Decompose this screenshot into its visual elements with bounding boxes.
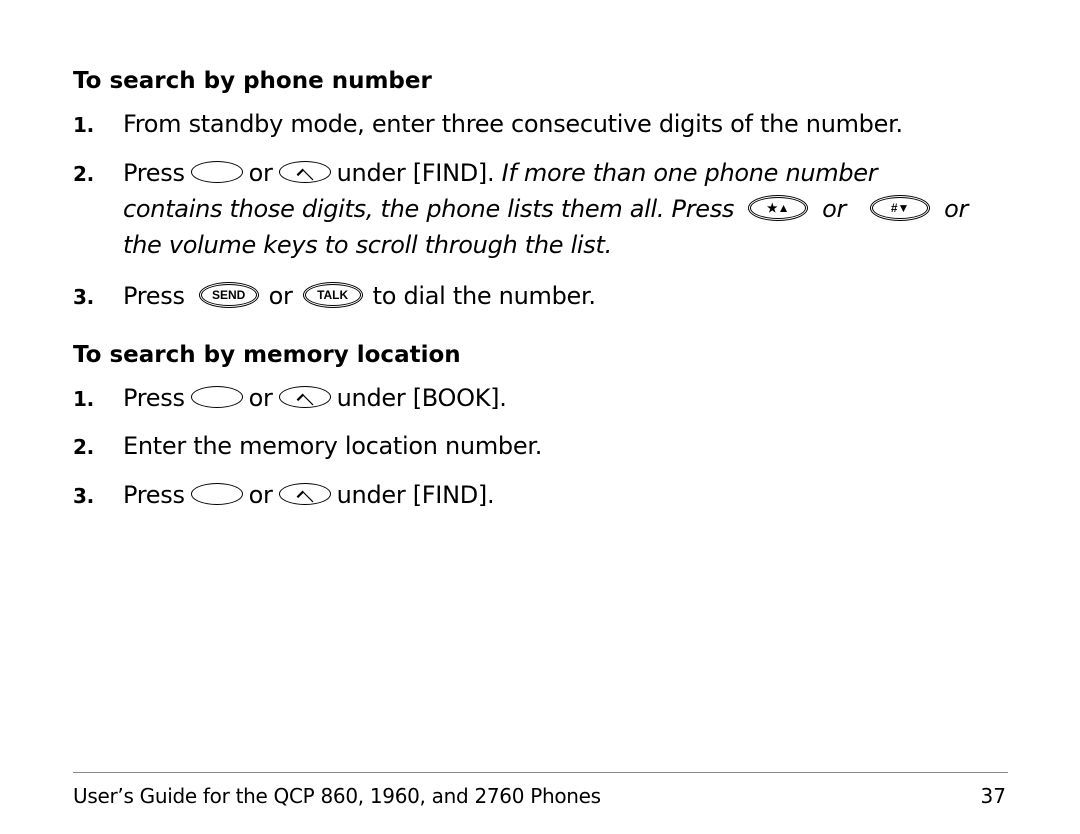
- hash-down-key-icon: #▼: [870, 195, 931, 221]
- left-softkey-icon: [190, 161, 243, 183]
- step-number: 1.: [73, 113, 94, 137]
- step-number: 3.: [73, 484, 94, 508]
- step-2-continued: contains those digits, the phone lists t…: [123, 195, 969, 223]
- left-softkey-icon: [190, 483, 243, 505]
- step-number: 2.: [73, 162, 94, 186]
- page-number: 37: [980, 784, 1006, 808]
- right-softkey-icon: [278, 161, 331, 183]
- footer-divider: [73, 772, 1008, 773]
- step-number: 3.: [73, 285, 94, 309]
- step-text: Enter the memory location number.: [123, 432, 543, 460]
- footer-title: User’s Guide for the QCP 860, 1960, and …: [73, 784, 601, 808]
- send-key-icon: SEND: [198, 282, 259, 308]
- right-softkey-icon: [278, 483, 331, 505]
- left-softkey-icon: [190, 386, 243, 408]
- heading-search-by-memory: To search by memory location: [73, 342, 461, 368]
- step-number: 1.: [73, 387, 94, 411]
- star-up-key-icon: ★▲: [748, 195, 809, 221]
- talk-key-icon: TALK: [302, 282, 363, 308]
- step-2-continued-2: the volume keys to scroll through the li…: [123, 231, 612, 259]
- heading-search-by-phone: To search by phone number: [73, 68, 432, 94]
- step-text: From standby mode, enter three consecuti…: [123, 110, 903, 138]
- step-number: 2.: [73, 435, 94, 459]
- right-softkey-icon: [278, 386, 331, 408]
